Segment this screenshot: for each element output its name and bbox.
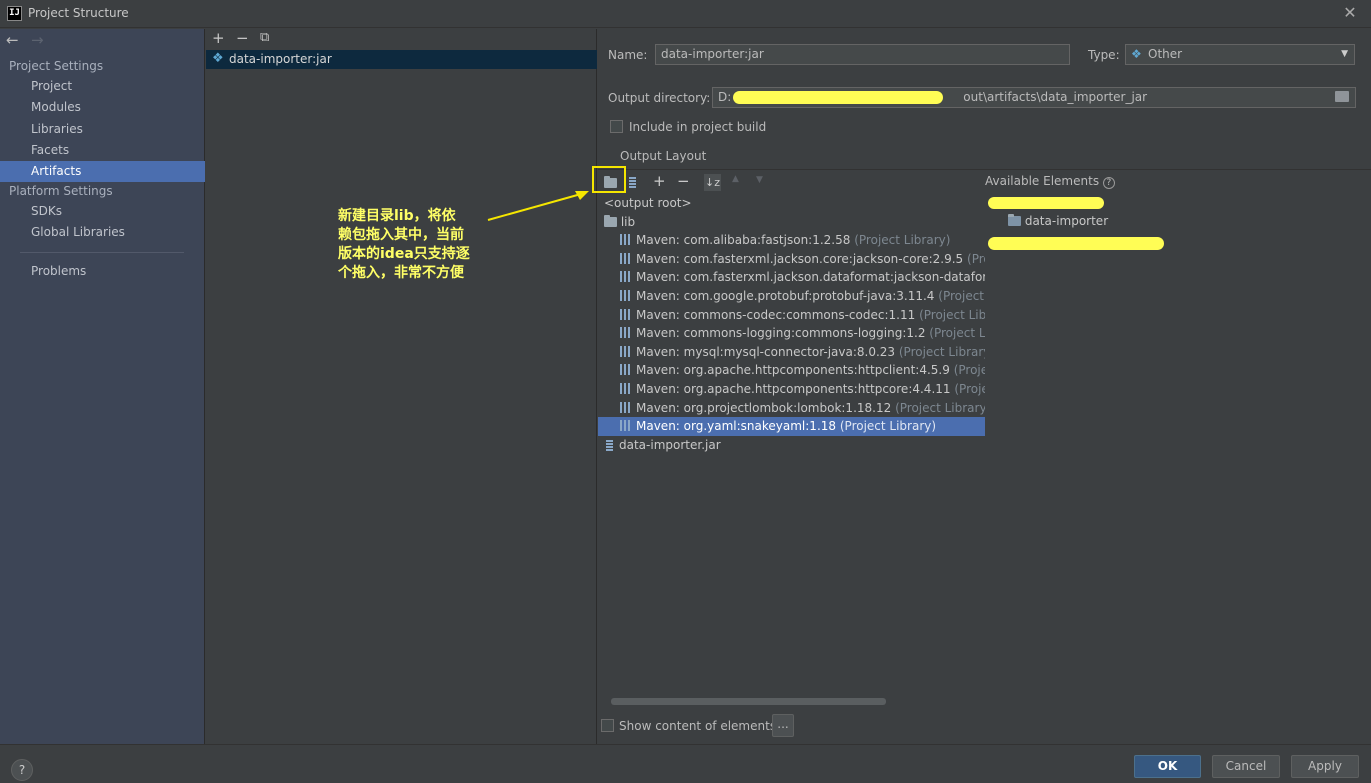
tree-library-row[interactable]: Maven: org.apache.httpcomponents:httpcli… [598,361,985,380]
tree-lib-folder[interactable]: lib [598,213,985,232]
tree-library-row[interactable]: Maven: com.fasterxml.jackson.dataformat:… [598,268,985,287]
platform-settings-header: Platform Settings [9,184,113,198]
tree-library-row[interactable]: Maven: commons-logging:commons-logging:1… [598,324,985,343]
library-icon [620,345,632,357]
chevron-down-icon: ▼ [1341,49,1348,59]
type-other-icon: ❖ [1131,47,1142,61]
sort-elements-icon[interactable]: ↓z [704,174,721,191]
available-elements-label: Available Elements ? [985,174,1115,189]
tree-output-root[interactable]: <output root> [598,194,985,213]
project-settings-header: Project Settings [9,59,104,73]
output-directory-label: Output directory: [608,91,711,105]
redaction-mark [733,91,943,104]
library-icon [620,234,632,246]
library-icon [620,327,632,339]
forward-arrow-icon[interactable]: → [31,31,44,49]
show-content-options-button[interactable]: ... [772,714,794,737]
sidebar-item-facets[interactable]: Facets [0,140,205,161]
move-down-icon[interactable]: ▼ [756,175,763,185]
library-icon [620,252,632,264]
remove-element-icon[interactable]: − [677,172,690,190]
help-icon[interactable]: ? [11,759,33,781]
browse-folder-icon[interactable] [1335,91,1349,102]
move-up-icon[interactable]: ▲ [732,174,739,184]
show-content-checkbox[interactable] [601,719,614,732]
sidebar-item-libraries[interactable]: Libraries [0,119,205,140]
title-bar: IJ Project Structure ✕ [0,0,1371,28]
library-icon [620,383,632,394]
remove-artifact-button[interactable]: − [236,30,249,46]
library-icon [620,308,632,320]
tree-library-row[interactable]: Maven: com.google.protobuf:protobuf-java… [598,287,985,306]
jar-icon [606,438,613,451]
available-module-item[interactable]: data-importer [1008,212,1208,231]
tree-library-row[interactable]: Maven: com.fasterxml.jackson.core:jackso… [598,250,985,269]
sidebar-item-modules[interactable]: Modules [0,97,205,118]
sidebar-item-project[interactable]: Project [0,76,205,97]
cancel-button[interactable]: Cancel [1212,755,1280,778]
redaction-mark [988,197,1104,209]
tree-library-row[interactable]: Maven: org.projectlombok:lombok:1.18.12 … [598,399,985,418]
settings-sidebar: ← → Project Settings Project Modules Lib… [0,29,205,744]
library-icon [620,401,632,413]
tree-library-row[interactable]: Maven: commons-codec:commons-codec:1.11 … [598,306,985,325]
annotation-text: 新建目录lib，将依 赖包拖入其中，当前 版本的idea只支持逐 个拖入，非常不… [338,208,470,281]
artifact-detail-panel: Name: data-importer:jar Type: ❖ Other ▼ … [598,29,1371,744]
apply-button[interactable]: Apply [1291,755,1359,778]
create-archive-icon[interactable] [629,175,642,189]
library-icon [620,364,632,376]
back-arrow-icon[interactable]: ← [6,31,19,49]
sidebar-divider [20,252,184,253]
type-select[interactable]: ❖ Other ▼ [1125,44,1355,65]
artifact-list-item[interactable]: ❖ data-importer:jar [206,50,597,69]
output-layout-label: Output Layout [620,149,707,163]
ok-button[interactable]: OK [1134,755,1201,778]
tree-jar-file[interactable]: data-importer.jar [598,436,985,455]
sidebar-item-sdks[interactable]: SDKs [0,201,205,222]
dialog-button-bar: ? OK Cancel Apply [0,744,1371,783]
artifact-name-field[interactable]: data-importer:jar [655,44,1070,65]
sidebar-item-artifacts[interactable]: Artifacts [0,161,205,182]
output-directory-prefix: D: [718,90,732,104]
redaction-mark [988,237,1164,250]
library-icon [620,420,632,432]
output-layout-toolbar: + − ↓z ▲ ▼ [598,172,983,192]
tree-library-row[interactable]: Maven: mysql:mysql-connector-java:8.0.23… [598,343,985,362]
copy-artifact-button[interactable]: ⧉ [260,30,269,46]
module-folder-icon [1008,214,1021,226]
artifacts-list-panel: + − ⧉ ❖ data-importer:jar [206,29,597,744]
library-icon [620,290,632,301]
close-icon[interactable]: ✕ [1340,3,1360,23]
tree-library-row[interactable]: Maven: org.apache.httpcomponents:httpcor… [598,380,985,399]
sidebar-item-problems[interactable]: Problems [0,261,205,282]
output-layout-area: + − ↓z ▲ ▼ Available Elements ? <output … [598,169,1371,709]
library-icon [620,271,632,283]
intellij-logo-icon: IJ [7,6,22,21]
help-hint-icon: ? [1102,177,1115,189]
artifact-icon: ❖ [212,51,224,66]
include-in-build-checkbox[interactable] [610,120,623,133]
window-title: Project Structure [28,6,129,20]
type-select-value: Other [1148,47,1183,61]
add-artifact-button[interactable]: + [212,30,225,46]
output-directory-suffix: out\artifacts\data_importer_jar [963,90,1148,104]
artifact-name: data-importer:jar [229,52,332,66]
tree-library-row-selected[interactable]: Maven: org.yaml:snakeyaml:1.18 (Project … [598,417,985,436]
horizontal-scrollbar[interactable] [611,698,886,705]
sidebar-item-global-libraries[interactable]: Global Libraries [0,222,205,243]
include-in-build-label: Include in project build [629,120,767,134]
add-copy-of-icon[interactable]: + [653,172,666,190]
tree-library-row[interactable]: Maven: com.alibaba:fastjson:1.2.58 (Proj… [598,231,985,250]
annotation-highlight-box [592,166,626,193]
show-content-label: Show content of elements [619,719,777,733]
folder-icon [604,214,617,227]
type-label: Type: [1088,48,1120,62]
name-label: Name: [608,48,648,62]
